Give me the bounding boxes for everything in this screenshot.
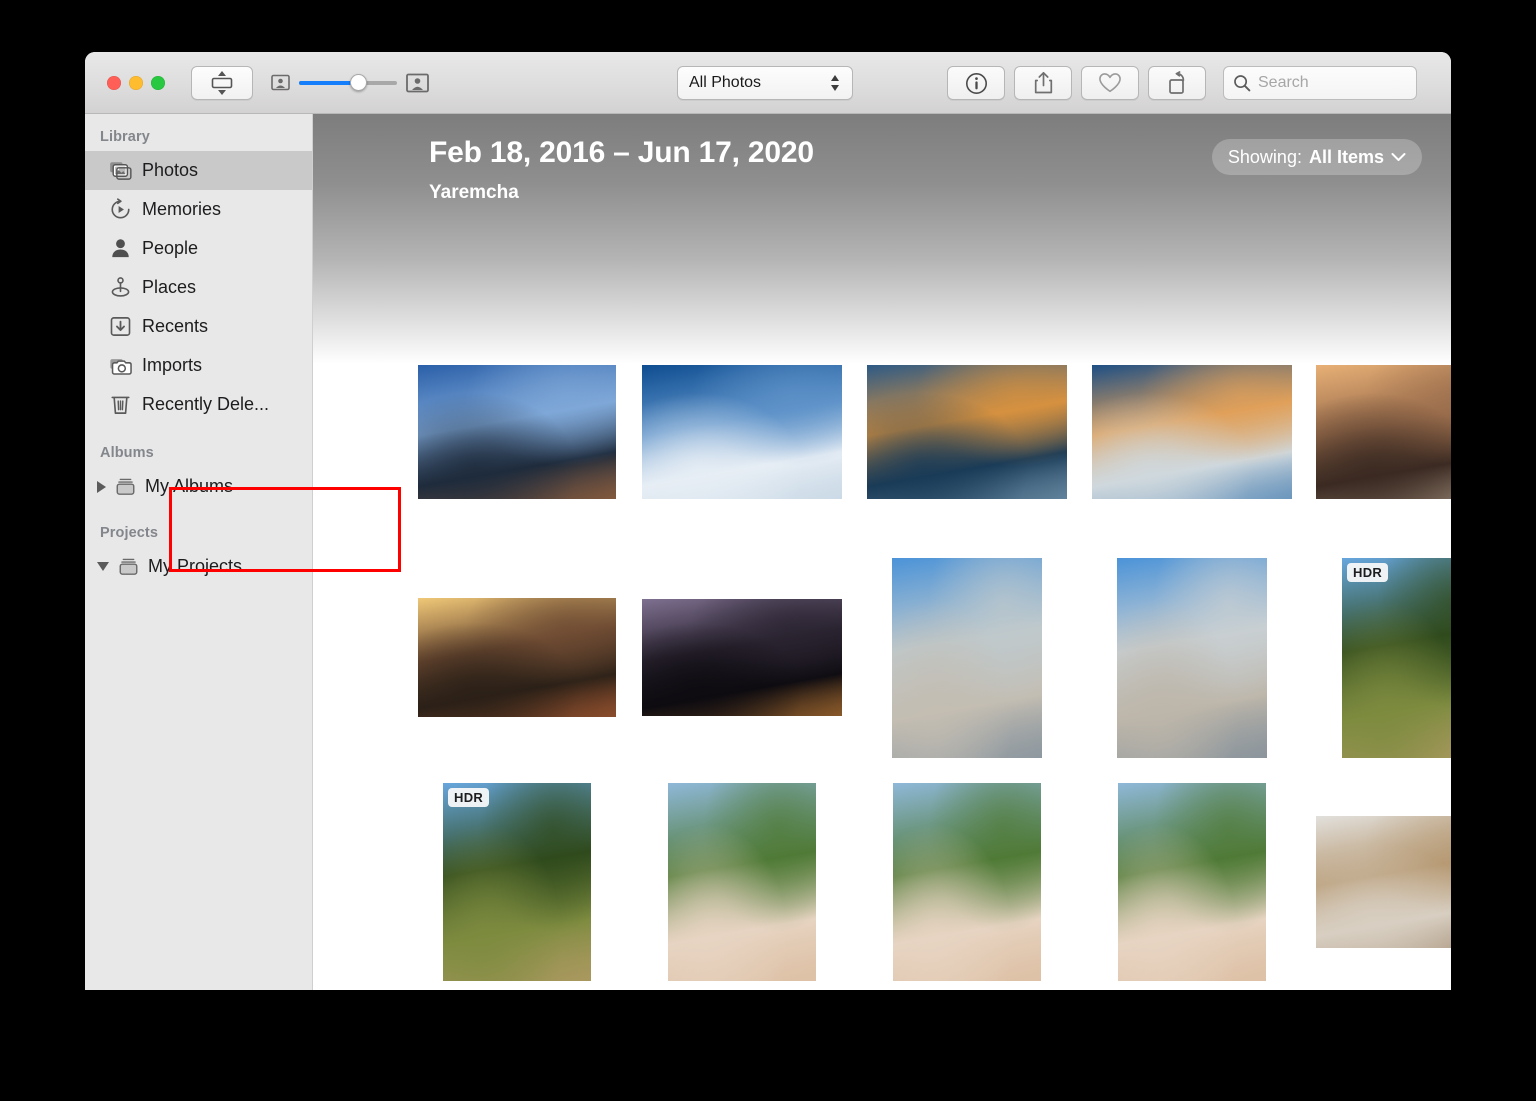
- photo-thumbnail[interactable]: [1316, 365, 1451, 499]
- photo-texture: [1117, 558, 1267, 758]
- photo-thumbnail[interactable]: [642, 365, 842, 499]
- photo-thumbnail[interactable]: [1118, 783, 1266, 981]
- photo-thumbnail[interactable]: [1092, 365, 1292, 499]
- photos-window: All Photos: [85, 52, 1451, 990]
- traffic-lights: [107, 76, 165, 90]
- info-circle-icon: [965, 72, 988, 95]
- photo-texture: [1316, 816, 1451, 948]
- zoom-slider-knob[interactable]: [350, 74, 367, 91]
- rotate-button[interactable]: [1148, 66, 1206, 100]
- sidebar-item-label: My Albums: [145, 476, 233, 497]
- toolbar-right-group: Search: [947, 66, 1417, 100]
- photo-texture: [642, 599, 842, 716]
- photo-thumbnail[interactable]: HDR: [1342, 558, 1451, 758]
- photo-thumbnail[interactable]: [1316, 816, 1451, 948]
- imports-icon: [109, 354, 132, 377]
- small-photo-icon: [271, 74, 290, 91]
- photo-texture: [893, 783, 1041, 981]
- sidebar-item-memories[interactable]: Memories: [85, 190, 312, 229]
- updown-chevron-icon: [829, 73, 841, 93]
- photo-grid: HDR HDR: [313, 114, 1451, 990]
- photo-thumbnail[interactable]: [867, 365, 1067, 499]
- photo-texture: [668, 783, 816, 981]
- sidebar-item-label: People: [142, 238, 198, 259]
- photo-texture: [1118, 783, 1266, 981]
- memories-icon: [109, 198, 132, 221]
- sidebar: Library Photos Memories: [85, 114, 313, 990]
- titlebar: All Photos: [85, 52, 1451, 114]
- photo-texture: [1342, 558, 1451, 758]
- albums-stack-icon: [114, 475, 137, 498]
- hdr-badge: HDR: [448, 788, 489, 807]
- sidebar-item-label: Recently Dele...: [142, 394, 269, 415]
- sidebar-item-my-albums[interactable]: My Albums: [85, 467, 312, 506]
- sidebar-item-recently-deleted[interactable]: Recently Dele...: [85, 385, 312, 424]
- sidebar-item-people[interactable]: People: [85, 229, 312, 268]
- search-placeholder: Search: [1258, 74, 1309, 92]
- people-icon: [109, 237, 132, 260]
- share-button[interactable]: [1014, 66, 1072, 100]
- sidebar-item-recents[interactable]: Recents: [85, 307, 312, 346]
- recents-icon: [109, 315, 132, 338]
- thumbnail-size-slider-group[interactable]: [271, 73, 429, 93]
- sidebar-section-projects: Projects: [85, 518, 312, 547]
- photo-thumbnail[interactable]: [418, 598, 616, 717]
- photo-thumbnail[interactable]: [893, 783, 1041, 981]
- photo-texture: [1316, 365, 1451, 499]
- sidebar-section-albums: Albums: [85, 438, 312, 467]
- photo-texture: [418, 365, 616, 499]
- sidebar-item-places[interactable]: Places: [85, 268, 312, 307]
- sidebar-item-label: Memories: [142, 199, 221, 220]
- search-icon: [1233, 74, 1251, 92]
- heart-icon: [1098, 72, 1122, 94]
- favorite-button[interactable]: [1081, 66, 1139, 100]
- sidebar-item-label: Imports: [142, 355, 202, 376]
- zoom-button[interactable]: [151, 76, 165, 90]
- sidebar-item-label: My Projects: [148, 556, 242, 577]
- info-button[interactable]: [947, 66, 1005, 100]
- view-mode-icon: [210, 70, 234, 96]
- photos-filter-popup[interactable]: All Photos: [677, 66, 853, 100]
- photo-texture: [443, 783, 591, 981]
- places-pin-icon: [109, 276, 132, 299]
- chevron-down-icon[interactable]: [97, 562, 109, 571]
- minimize-button[interactable]: [129, 76, 143, 90]
- photos-icon: [109, 159, 132, 182]
- photos-filter-value: All Photos: [689, 74, 761, 92]
- sidebar-item-photos[interactable]: Photos: [85, 151, 312, 190]
- photo-texture: [418, 598, 616, 717]
- sidebar-item-imports[interactable]: Imports: [85, 346, 312, 385]
- photo-texture: [1092, 365, 1292, 499]
- chevron-right-icon[interactable]: [97, 481, 106, 493]
- sidebar-section-library: Library: [85, 122, 312, 151]
- rotate-icon: [1166, 71, 1188, 95]
- photo-texture: [892, 558, 1042, 758]
- close-button[interactable]: [107, 76, 121, 90]
- albums-stack-icon: [117, 555, 140, 578]
- trash-icon: [109, 393, 132, 416]
- view-mode-button[interactable]: [191, 66, 253, 100]
- photo-thumbnail[interactable]: [1117, 558, 1267, 758]
- large-photo-icon: [406, 73, 429, 93]
- sidebar-item-label: Places: [142, 277, 196, 298]
- photo-thumbnail[interactable]: HDR: [443, 783, 591, 981]
- sidebar-item-label: Photos: [142, 160, 198, 181]
- photo-texture: [642, 365, 842, 499]
- content-area: Feb 18, 2016 – Jun 17, 2020 Yaremcha Sho…: [313, 114, 1451, 990]
- photo-thumbnail[interactable]: [668, 783, 816, 981]
- photo-thumbnail[interactable]: [418, 365, 616, 499]
- share-icon: [1033, 71, 1054, 95]
- zoom-slider-fill: [299, 81, 356, 85]
- zoom-slider-track[interactable]: [299, 81, 397, 85]
- photo-texture: [867, 365, 1067, 499]
- sidebar-item-label: Recents: [142, 316, 208, 337]
- photo-thumbnail[interactable]: [892, 558, 1042, 758]
- hdr-badge: HDR: [1347, 563, 1388, 582]
- search-field[interactable]: Search: [1223, 66, 1417, 100]
- photo-thumbnail[interactable]: [642, 599, 842, 716]
- sidebar-item-my-projects[interactable]: My Projects: [85, 547, 312, 586]
